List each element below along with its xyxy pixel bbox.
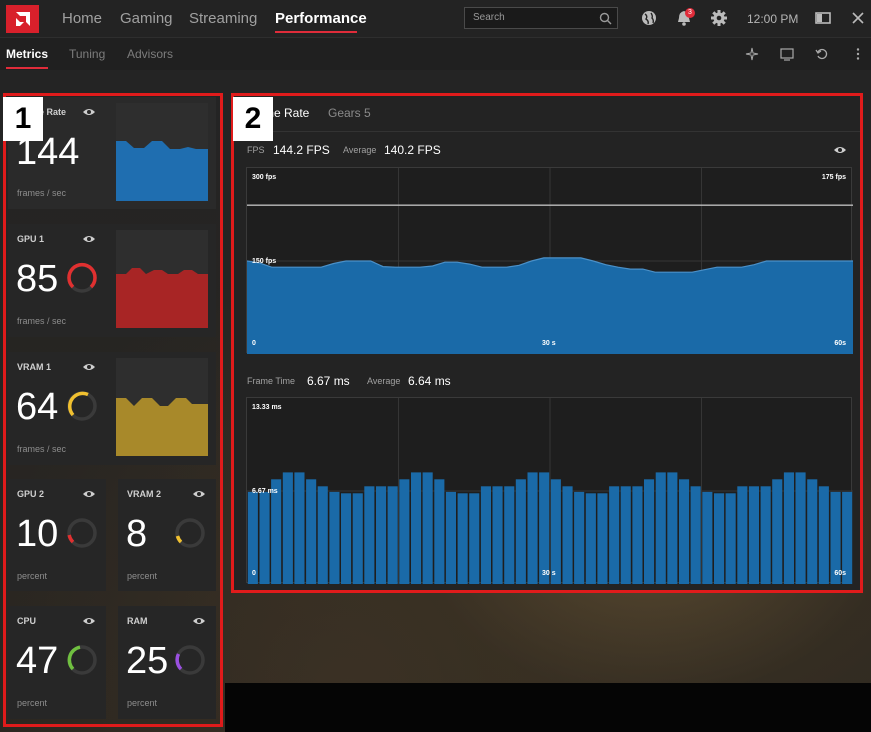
subtab-active-indicator bbox=[6, 67, 48, 69]
nav-active-indicator bbox=[275, 31, 357, 33]
notification-badge: 3 bbox=[685, 8, 695, 18]
tab-tuning[interactable]: Tuning bbox=[69, 47, 105, 61]
nav-home[interactable]: Home bbox=[62, 10, 102, 27]
gear-icon[interactable] bbox=[710, 9, 728, 27]
annotation-label-2: 2 bbox=[233, 97, 273, 141]
search-input[interactable] bbox=[471, 11, 595, 24]
nav-gaming[interactable]: Gaming bbox=[120, 10, 173, 27]
globe-icon[interactable] bbox=[640, 9, 658, 27]
nav-performance[interactable]: Performance bbox=[275, 10, 367, 27]
nav-streaming[interactable]: Streaming bbox=[189, 10, 257, 27]
reset-icon[interactable] bbox=[815, 47, 829, 61]
search-icon[interactable] bbox=[599, 12, 612, 25]
overlay-icon[interactable] bbox=[780, 47, 794, 61]
sub-tab-bar: Metrics Tuning Advisors bbox=[0, 38, 871, 70]
annotation-label-1: 1 bbox=[3, 97, 43, 141]
amd-logo[interactable] bbox=[6, 5, 39, 33]
annotation-box-2 bbox=[231, 93, 863, 593]
search-box[interactable] bbox=[464, 7, 618, 29]
more-options-icon[interactable] bbox=[851, 47, 865, 61]
sparkle-icon[interactable] bbox=[745, 47, 759, 61]
background-bottom bbox=[225, 683, 871, 732]
annotation-box-1 bbox=[3, 93, 223, 727]
top-nav-bar: Home Gaming Streaming Performance 3 12:0… bbox=[0, 0, 871, 38]
close-icon[interactable] bbox=[849, 9, 867, 27]
clock-time: 12:00 PM bbox=[747, 12, 799, 26]
sidebar-toggle-icon[interactable] bbox=[814, 9, 832, 27]
tab-metrics[interactable]: Metrics bbox=[6, 47, 48, 61]
tab-advisors[interactable]: Advisors bbox=[127, 47, 173, 61]
